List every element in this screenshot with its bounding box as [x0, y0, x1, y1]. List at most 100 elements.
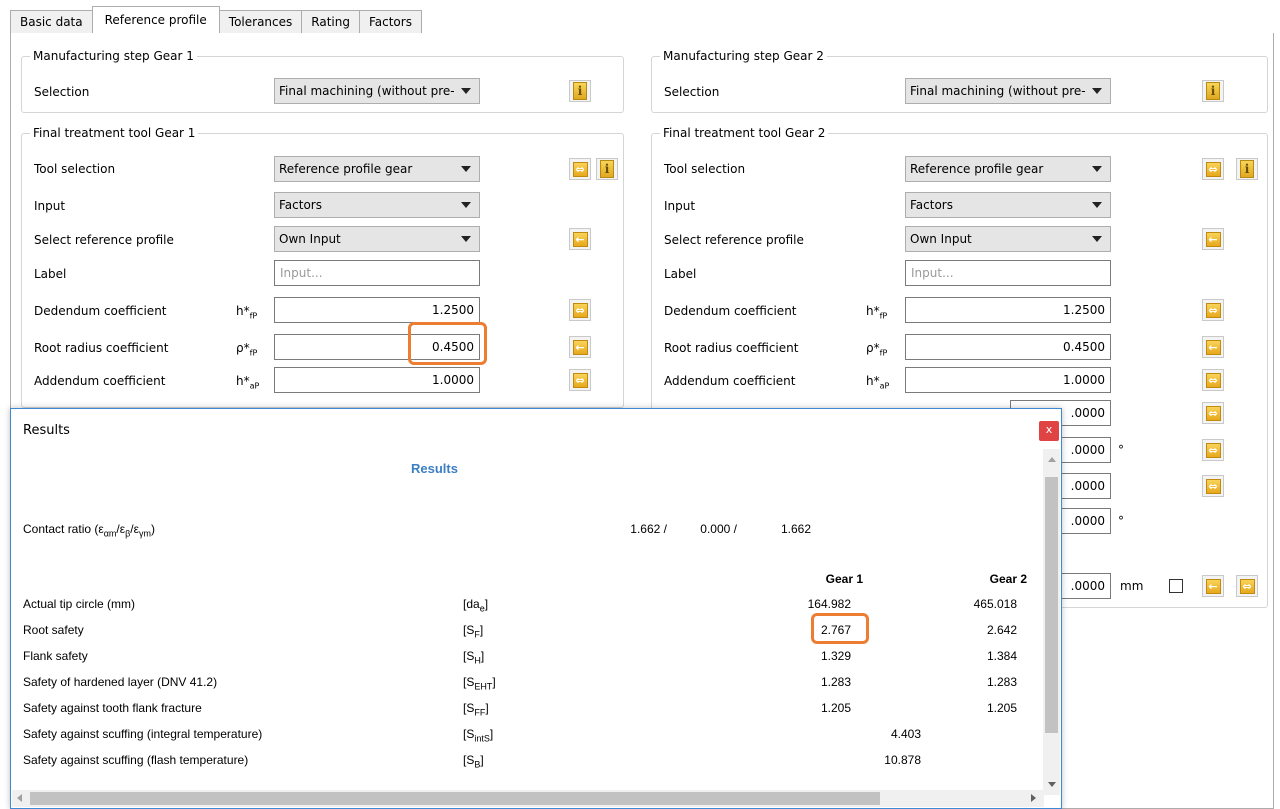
reference-profile-dropdown-gear1[interactable]: Own Input	[274, 226, 480, 252]
symbol-close: ]	[492, 675, 496, 689]
tool-selection-label: Tool selection	[34, 162, 116, 176]
symbol-text: [S	[463, 701, 475, 715]
scroll-down-icon[interactable]	[1048, 782, 1056, 787]
double-arrow-icon: ⇔	[1205, 161, 1221, 177]
tab-tolerances[interactable]: Tolerances	[218, 10, 303, 34]
apply-button[interactable]: ←	[1202, 228, 1224, 250]
symbol-text: ρ*	[866, 341, 880, 355]
transfer-button[interactable]: ⇔	[1202, 299, 1224, 321]
scroll-thumb[interactable]	[1045, 477, 1058, 733]
transfer-button[interactable]: ⇔	[1202, 475, 1224, 497]
transfer-button[interactable]: ⇔	[1202, 402, 1224, 424]
gear2-column-header: Gear 2	[989, 572, 1027, 586]
addendum-input-gear1[interactable]: 1.0000	[274, 367, 480, 393]
transfer-button[interactable]: ⇔	[1236, 575, 1258, 597]
apply-button[interactable]: ←	[1202, 336, 1224, 358]
selection-dropdown-gear1[interactable]: Final machining (without pre-	[274, 78, 480, 104]
dedendum-input-gear2[interactable]: 1.2500	[905, 297, 1111, 323]
symbol-subscript: intS	[474, 733, 490, 744]
input-dropdown-gear2[interactable]: Factors	[905, 192, 1111, 218]
addendum-input-gear2[interactable]: 1.0000	[905, 367, 1111, 393]
symbol-text: [da	[463, 597, 480, 611]
dedendum-input-gear1[interactable]: 1.2500	[274, 297, 480, 323]
transfer-button[interactable]: ⇔	[1202, 369, 1224, 391]
info-button[interactable]: i	[1236, 158, 1258, 180]
gear2-value: 2.642	[986, 623, 1017, 637]
horizontal-scrollbar[interactable]	[12, 790, 1044, 807]
tab-reference-profile[interactable]: Reference profile	[91, 6, 220, 34]
dropdown-value: Reference profile gear	[910, 162, 1044, 176]
double-arrow-icon: ⇔	[1205, 405, 1221, 421]
gear1-value: 1.329	[820, 649, 851, 663]
symbol-text: [S	[463, 753, 475, 767]
results-heading: Results	[411, 461, 458, 476]
apply-button[interactable]: ←	[569, 228, 591, 250]
transfer-button[interactable]: ⇔	[569, 299, 591, 321]
dropdown-arrow-icon	[461, 88, 471, 94]
root-radius-input-gear1[interactable]: 0.4500	[274, 334, 480, 360]
root-radius-input-gear2[interactable]: 0.4500	[905, 334, 1111, 360]
input-label: Input	[664, 199, 696, 213]
symbol-text: [S	[463, 649, 475, 663]
info-button[interactable]: i	[596, 158, 618, 180]
symbol-subscript: fP	[249, 311, 258, 321]
dialog-title: Results	[23, 423, 70, 438]
group-legend: Final treatment tool Gear 2	[660, 125, 829, 141]
transfer-button[interactable]: ⇔	[569, 158, 591, 180]
symbol-text: ρ*	[236, 341, 250, 355]
symbol-subscript: aP	[249, 381, 260, 391]
tool-selection-dropdown-gear2[interactable]: Reference profile gear	[905, 156, 1111, 182]
contact-ratio-value-1: 1.662 /	[630, 522, 667, 536]
dropdown-value: Final machining (without pre-	[279, 84, 455, 98]
selection-dropdown-gear2[interactable]: Final machining (without pre-	[905, 78, 1111, 104]
tab-factors[interactable]: Factors	[358, 10, 422, 34]
symbol-text: [S	[463, 675, 475, 689]
group-legend: Manufacturing step Gear 1	[30, 48, 197, 64]
symbol-subscript: fP	[249, 348, 258, 358]
input-dropdown-gear1[interactable]: Factors	[274, 192, 480, 218]
reference-profile-dropdown-gear2[interactable]: Own Input	[905, 226, 1111, 252]
vertical-scrollbar[interactable]	[1043, 449, 1060, 795]
contact-ratio-label: Contact ratio (εαm/εβ/εγm)	[23, 522, 155, 539]
result-symbol: [SEHT]	[463, 675, 496, 693]
selection-label: Selection	[34, 85, 90, 99]
transfer-button[interactable]: ⇔	[569, 369, 591, 391]
apply-button[interactable]: ←	[1202, 575, 1224, 597]
apply-button[interactable]: ←	[569, 336, 591, 358]
arrow-left-icon: ←	[1205, 339, 1221, 355]
scroll-left-icon[interactable]	[17, 794, 22, 802]
symbol-close: ]	[480, 753, 484, 767]
info-button[interactable]: i	[569, 80, 591, 102]
info-button[interactable]: i	[1202, 80, 1224, 102]
tab-rating[interactable]: Rating	[301, 10, 360, 34]
result-label: Flank safety	[23, 649, 88, 663]
scroll-thumb[interactable]	[30, 792, 880, 805]
dropdown-value: Factors	[910, 198, 953, 212]
double-arrow-icon: ⇔	[572, 302, 588, 318]
label-input-gear1[interactable]: Input...	[274, 260, 480, 286]
gear1-value: 164.982	[807, 597, 851, 611]
dropdown-arrow-icon	[461, 202, 471, 208]
label-input-gear2[interactable]: Input...	[905, 260, 1111, 286]
tool-selection-dropdown-gear1[interactable]: Reference profile gear	[274, 156, 480, 182]
option-checkbox[interactable]	[1169, 579, 1183, 593]
dropdown-arrow-icon	[461, 236, 471, 242]
scroll-up-icon[interactable]	[1048, 457, 1056, 462]
dedendum-symbol: h*fP	[866, 303, 887, 324]
dedendum-label: Dedendum coefficient	[664, 304, 797, 318]
gear2-value: 465.018	[973, 597, 1017, 611]
result-label: Safety of hardened layer (DNV 41.2)	[23, 675, 218, 689]
tab-basic-data[interactable]: Basic data	[10, 10, 93, 34]
dropdown-arrow-icon	[1092, 236, 1102, 242]
shared-value: 4.403	[890, 727, 921, 741]
transfer-button[interactable]: ⇔	[1202, 158, 1224, 180]
close-button[interactable]: x	[1039, 421, 1059, 441]
dropdown-value: Factors	[279, 198, 322, 212]
dropdown-arrow-icon	[1092, 88, 1102, 94]
root-radius-symbol: ρ*fP	[866, 340, 887, 361]
unit-degree: °	[1118, 443, 1124, 457]
symbol-text: h*	[236, 304, 250, 318]
scroll-right-icon[interactable]	[1031, 794, 1036, 802]
gear2-value: 1.283	[986, 675, 1017, 689]
transfer-button[interactable]: ⇔	[1202, 439, 1224, 461]
